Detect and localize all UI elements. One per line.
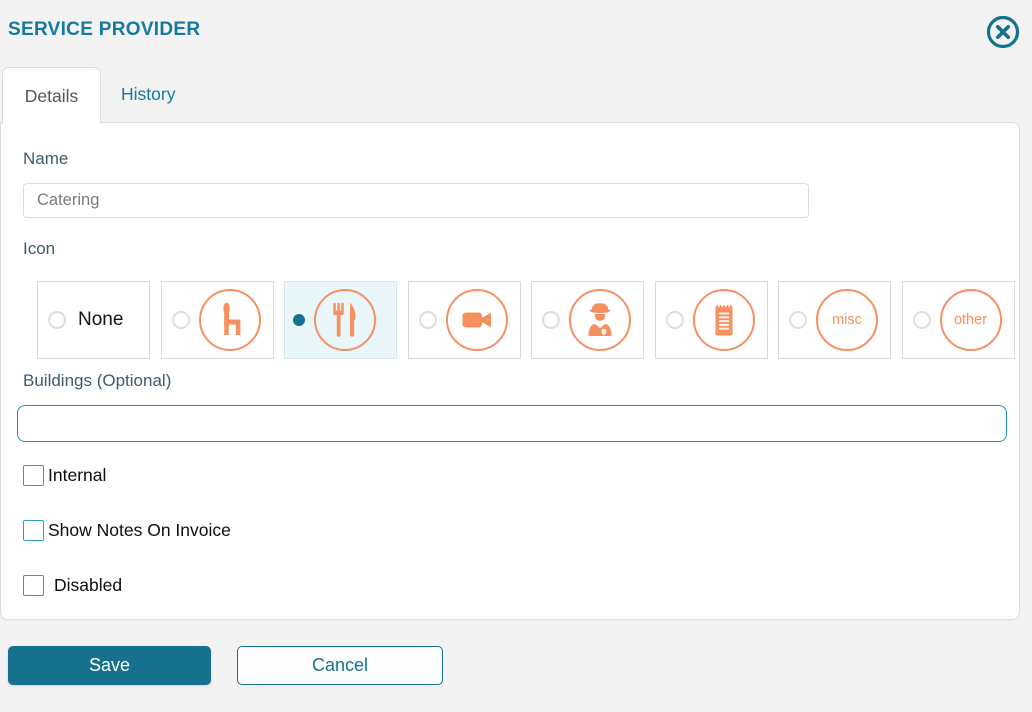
icon-option-other[interactable]: other [902,281,1015,359]
checkbox-internal[interactable]: Internal [23,465,106,486]
details-panel: Name Icon None [0,122,1020,620]
icon-option-misc[interactable]: misc [778,281,891,359]
video-camera-icon [446,289,508,351]
misc-icon: misc [816,289,878,351]
security-guard-icon [569,289,631,351]
icon-option-chair[interactable] [161,281,274,359]
other-icon-text: other [954,312,987,328]
buildings-input[interactable] [17,405,1007,442]
misc-icon-text: misc [832,312,862,328]
page-title: SERVICE PROVIDER [8,19,200,41]
radio-other[interactable] [913,311,931,329]
radio-fork-knife[interactable] [293,314,305,326]
checkbox-internal-label: Internal [48,465,106,486]
checkbox-show-notes-label: Show Notes On Invoice [48,520,231,541]
checkbox-disabled-label: Disabled [54,575,122,596]
radio-notepad[interactable] [666,311,684,329]
name-label: Name [23,149,68,169]
icon-option-fork-knife[interactable] [284,281,397,359]
icon-option-none-label: None [78,309,123,331]
icon-option-notepad[interactable] [655,281,768,359]
chair-icon [199,289,261,351]
save-button[interactable]: Save [8,646,211,685]
tab-details[interactable]: Details [2,67,101,124]
icon-label: Icon [23,239,55,259]
notepad-icon [693,289,755,351]
checkbox-show-notes[interactable]: Show Notes On Invoice [23,520,231,541]
icon-option-security-guard[interactable] [531,281,644,359]
radio-security-guard[interactable] [542,311,560,329]
radio-video-camera[interactable] [419,311,437,329]
close-icon[interactable] [983,12,1023,52]
radio-none[interactable] [48,311,66,329]
icon-option-none[interactable]: None [37,281,150,359]
other-icon: other [940,289,1002,351]
radio-misc[interactable] [789,311,807,329]
checkbox-show-notes-box[interactable] [23,520,44,541]
icon-option-video-camera[interactable] [408,281,521,359]
tab-history[interactable]: History [121,84,175,105]
tab-history-label: History [121,84,175,104]
icon-options-row: None [37,281,1015,359]
checkbox-internal-box[interactable] [23,465,44,486]
buildings-label: Buildings (Optional) [23,371,171,391]
name-input[interactable] [23,183,809,218]
checkbox-disabled[interactable]: Disabled [23,575,122,596]
fork-knife-icon [314,289,376,351]
checkbox-disabled-box[interactable] [23,575,44,596]
service-provider-dialog: SERVICE PROVIDER Details History Name Ic… [0,0,1032,712]
radio-chair[interactable] [172,311,190,329]
cancel-button[interactable]: Cancel [237,646,443,685]
tab-details-label: Details [25,86,79,107]
